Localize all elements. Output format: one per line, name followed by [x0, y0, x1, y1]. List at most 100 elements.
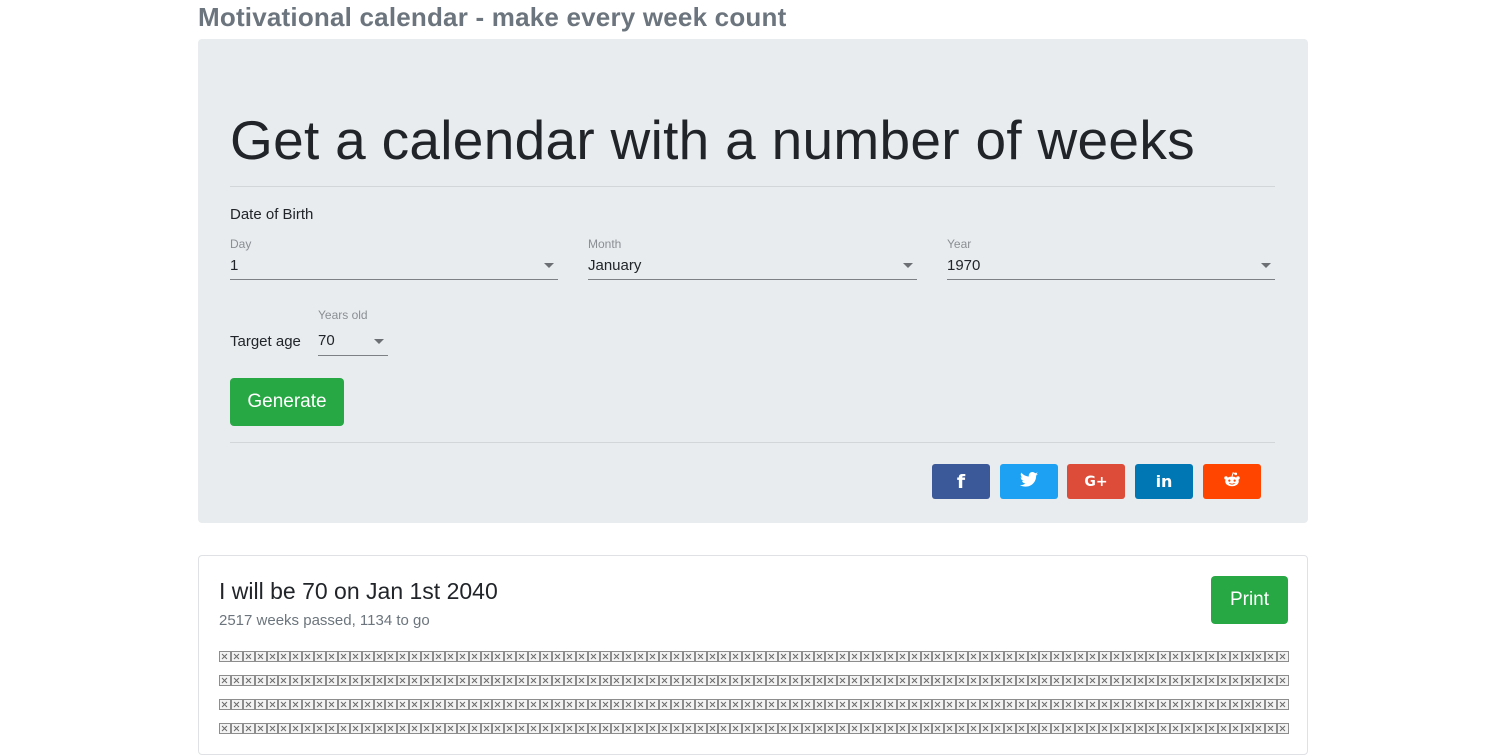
week-passed-box: [825, 650, 838, 662]
week-passed-box: [837, 650, 850, 662]
week-passed-box: [409, 674, 422, 686]
week-passed-box: [468, 722, 481, 734]
week-passed-box: [254, 650, 267, 662]
day-select[interactable]: Day 1: [230, 237, 558, 280]
week-passed-box: [1003, 650, 1016, 662]
week-passed-box: [1158, 722, 1171, 734]
week-passed-box: [861, 722, 873, 734]
week-passed-box: [706, 650, 719, 662]
linkedin-share-button[interactable]: in: [1135, 464, 1193, 499]
target-age-select[interactable]: Years old 70: [318, 308, 388, 356]
week-passed-box: [421, 650, 434, 662]
week-passed-box: [837, 722, 850, 734]
week-passed-box: [1098, 674, 1111, 686]
week-passed-box: [563, 650, 576, 662]
month-select[interactable]: Month January: [588, 237, 917, 280]
week-passed-box: [1027, 698, 1040, 710]
week-passed-box: [1051, 674, 1064, 686]
week-passed-box: [872, 674, 885, 686]
week-passed-box: [837, 698, 850, 710]
week-passed-box: [980, 722, 992, 734]
week-passed-box: [563, 674, 576, 686]
week-passed-box: [1134, 674, 1147, 686]
week-passed-box: [373, 722, 386, 734]
week-passed-box: [302, 674, 315, 686]
week-passed-box: [670, 650, 683, 662]
week-passed-box: [278, 698, 291, 710]
week-passed-box: [611, 650, 624, 662]
week-passed-box: [254, 698, 267, 710]
week-passed-box: [1217, 650, 1230, 662]
week-passed-box: [326, 698, 338, 710]
week-passed-box: [730, 674, 743, 686]
week-passed-box: [551, 722, 564, 734]
generate-button[interactable]: Generate: [230, 378, 344, 426]
week-passed-box: [706, 722, 719, 734]
result-title: I will be 70 on Jan 1st 2040: [219, 578, 498, 604]
week-passed-box: [599, 698, 612, 710]
week-passed-box: [1039, 698, 1052, 710]
week-passed-box: [1217, 722, 1230, 734]
week-passed-box: [456, 698, 469, 710]
week-passed-box: [575, 722, 588, 734]
week-passed-box: [1182, 698, 1195, 710]
week-passed-box: [825, 674, 838, 686]
week-passed-box: [849, 650, 862, 662]
week-passed-box: [314, 674, 327, 686]
week-passed-box: [801, 674, 814, 686]
week-passed-box: [956, 698, 969, 710]
week-passed-box: [968, 698, 980, 710]
year-select[interactable]: Year 1970: [947, 237, 1275, 280]
week-passed-box: [718, 650, 731, 662]
week-passed-box: [611, 674, 624, 686]
week-passed-box: [373, 698, 386, 710]
week-passed-box: [742, 674, 755, 686]
print-button[interactable]: Print: [1211, 576, 1288, 624]
week-passed-box: [991, 674, 1004, 686]
facebook-share-button[interactable]: f: [932, 464, 990, 499]
week-passed-box: [920, 698, 933, 710]
week-passed-box: [991, 650, 1004, 662]
week-passed-box: [242, 650, 255, 662]
week-passed-box: [884, 722, 897, 734]
week-passed-box: [765, 722, 778, 734]
week-passed-box: [302, 698, 315, 710]
week-passed-box: [730, 722, 743, 734]
week-passed-box: [575, 674, 588, 686]
week-passed-box: [670, 674, 683, 686]
result-subtitle: 2517 weeks passed, 1134 to go: [219, 612, 430, 629]
week-passed-box: [361, 650, 374, 662]
google-plus-icon: G+: [1084, 473, 1108, 490]
week-passed-box: [242, 722, 255, 734]
week-passed-box: [932, 722, 945, 734]
week-passed-box: [1253, 698, 1266, 710]
field-underline: [947, 279, 1275, 280]
week-passed-box: [1039, 722, 1052, 734]
week-passed-box: [647, 674, 659, 686]
week-passed-box: [337, 650, 350, 662]
week-passed-box: [314, 650, 327, 662]
week-passed-box: [433, 674, 445, 686]
week-passed-box: [540, 650, 552, 662]
week-passed-box: [504, 674, 517, 686]
twitter-share-button[interactable]: [1000, 464, 1058, 499]
week-passed-box: [480, 722, 493, 734]
week-passed-box: [884, 698, 897, 710]
week-passed-box: [1087, 722, 1099, 734]
week-passed-box: [551, 698, 564, 710]
google-plus-share-button[interactable]: G+: [1067, 464, 1125, 499]
week-passed-box: [1015, 722, 1028, 734]
week-passed-box: [1063, 650, 1076, 662]
week-passed-box: [1241, 650, 1254, 662]
week-passed-box: [647, 722, 659, 734]
week-passed-box: [968, 650, 980, 662]
calendar-form-panel: Get a calendar with a number of weeks Da…: [198, 39, 1308, 523]
reddit-share-button[interactable]: [1203, 464, 1261, 499]
week-passed-box: [694, 722, 707, 734]
week-passed-box: [1039, 650, 1052, 662]
week-passed-box: [956, 650, 969, 662]
week-passed-box: [1110, 650, 1123, 662]
week-passed-box: [1146, 650, 1159, 662]
week-passed-box: [1229, 722, 1242, 734]
week-passed-box: [647, 698, 659, 710]
